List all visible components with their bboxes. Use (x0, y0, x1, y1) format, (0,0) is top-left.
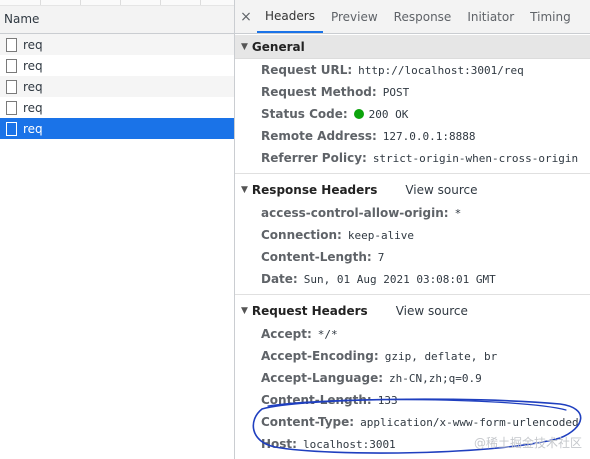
remote-address-row: Remote Address: 127.0.0.1:8888 (235, 125, 590, 147)
header-value: */* (317, 327, 338, 341)
document-icon (6, 79, 17, 94)
response-headers-section-header[interactable]: ▼ Response Headers View source (235, 178, 590, 202)
tab-timing[interactable]: Timing (522, 0, 579, 33)
request-name: req (23, 121, 43, 136)
header-value: keep-alive (347, 228, 415, 242)
collapse-triangle-icon: ▼ (241, 41, 248, 52)
response-header-row: Date: Sun, 01 Aug 2021 03:08:01 GMT (235, 268, 590, 290)
document-icon (6, 121, 17, 136)
header-key: access-control-allow-origin: (261, 206, 449, 220)
header-value: 127.0.0.1:8888 (382, 129, 476, 143)
request-rows: req req req req req (0, 34, 234, 139)
request-list-panel: Name req req req req req (0, 0, 235, 459)
response-header-row: access-control-allow-origin: * (235, 202, 590, 224)
request-row[interactable]: req (0, 97, 234, 118)
header-key: Request Method: (261, 85, 377, 99)
timeline-strip (0, 0, 234, 6)
tab-preview[interactable]: Preview (323, 0, 386, 33)
header-key: Accept-Language: (261, 371, 384, 385)
divider (235, 294, 590, 295)
collapse-triangle-icon: ▼ (241, 306, 248, 316)
response-header-row: Connection: keep-alive (235, 224, 590, 246)
request-row[interactable]: req (0, 55, 234, 76)
header-key: Remote Address: (261, 129, 377, 143)
header-value: gzip, deflate, br (384, 349, 498, 363)
document-icon (6, 100, 17, 115)
divider (235, 173, 590, 174)
section-title: General (251, 39, 305, 54)
header-value: localhost:3001 (302, 437, 396, 451)
tab-headers[interactable]: Headers (257, 0, 323, 33)
request-name: req (23, 37, 43, 52)
request-row[interactable]: req (0, 76, 234, 97)
status-code-row: Status Code: 200 OK (235, 103, 590, 125)
header-value: strict-origin-when-cross-origin (372, 151, 579, 165)
request-row-selected[interactable]: req (0, 118, 234, 139)
header-key: Host: (261, 437, 297, 451)
document-icon (6, 58, 17, 73)
request-header-row: Accept-Encoding: gzip, deflate, br (235, 345, 590, 367)
request-header-row: Accept-Language: zh-CN,zh;q=0.9 (235, 367, 590, 389)
tab-response[interactable]: Response (386, 0, 460, 33)
header-key: Request URL: (261, 63, 353, 77)
referrer-policy-row: Referrer Policy: strict-origin-when-cross… (235, 147, 590, 169)
tab-initiator[interactable]: Initiator (459, 0, 522, 33)
request-name: req (23, 79, 43, 94)
header-key: Content-Type: (261, 415, 355, 429)
request-header-row: Content-Length: 133 (235, 389, 590, 411)
header-value: 7 (377, 250, 385, 264)
response-header-row: Content-Length: 7 (235, 246, 590, 268)
watermark: @稀土掘金技术社区 (473, 436, 582, 450)
request-details-panel: × Headers Preview Response Initiator Tim… (235, 0, 590, 459)
request-name: req (23, 100, 43, 115)
header-value: zh-CN,zh;q=0.9 (389, 371, 482, 385)
header-value: * (454, 206, 462, 220)
collapse-triangle-icon: ▼ (241, 185, 248, 195)
close-icon[interactable]: × (235, 0, 257, 33)
details-tab-bar: × Headers Preview Response Initiator Tim… (235, 0, 590, 34)
header-key: Accept-Encoding: (261, 349, 379, 363)
request-header-row: Accept: */* (235, 323, 590, 345)
section-title: Response Headers (251, 183, 378, 197)
header-value: application/x-www-form-urlencoded (360, 415, 579, 429)
header-key: Date: (261, 272, 298, 286)
request-url-row: Request URL: http://localhost:3001/req (235, 59, 590, 81)
request-headers-section-header[interactable]: ▼ Request Headers View source (235, 299, 590, 323)
request-name: req (23, 58, 43, 73)
header-key: Referrer Policy: (261, 151, 367, 165)
name-column-header[interactable]: Name (0, 0, 234, 34)
header-key: Status Code: (261, 107, 348, 121)
name-column-label: Name (4, 11, 40, 26)
header-key: Content-Length: (261, 393, 372, 407)
request-method-row: Request Method: POST (235, 81, 590, 103)
header-value: Sun, 01 Aug 2021 03:08:01 GMT (303, 272, 496, 286)
request-row[interactable]: req (0, 34, 234, 55)
status-ok-icon (353, 109, 364, 119)
header-value: http://localhost:3001/req (358, 63, 524, 77)
header-value: POST (382, 85, 410, 99)
content-type-row: Content-Type: application/x-www-form-urle… (235, 411, 590, 433)
header-key: Content-Length: (261, 250, 372, 264)
view-source-link[interactable]: View source (405, 183, 477, 197)
header-value: 133 (377, 393, 398, 407)
section-title: Request Headers (251, 304, 368, 318)
header-key: Accept: (261, 327, 312, 341)
document-icon (6, 37, 17, 52)
header-value: 200 OK (368, 107, 409, 121)
view-source-link[interactable]: View source (396, 304, 468, 318)
general-section-header[interactable]: ▼ General (235, 35, 590, 59)
header-key: Connection: (261, 228, 342, 242)
